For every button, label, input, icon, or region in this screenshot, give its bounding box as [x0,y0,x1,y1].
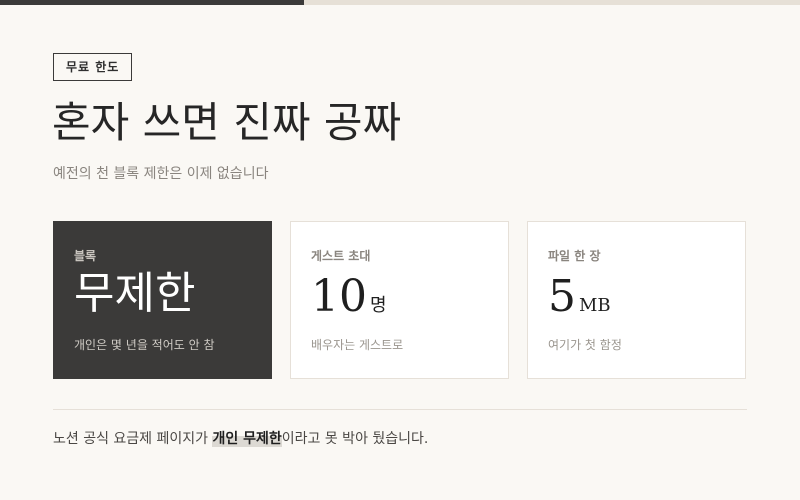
progress-bar [0,0,800,5]
card-guest-invites: 게스트 초대 10 명 배우자는 게스트로 [290,221,509,379]
card-label: 블록 [74,249,97,263]
card-note: 여기가 첫 함정 [548,338,622,352]
card-value-wrap: 5 MB [548,272,611,331]
card-unit: MB [579,295,611,316]
card-note: 개인은 몇 년을 적어도 안 참 [74,338,215,352]
footnote-highlight: 개인 무제한 [212,431,282,447]
card-label: 파일 한 장 [548,249,601,263]
card-value: 10 [311,271,367,322]
free-limit-badge: 무료 한도 [53,53,133,81]
card-note: 배우자는 게스트로 [311,338,404,352]
progress-bar-fill [0,0,304,5]
page-subtitle: 예전의 천 블록 제한은 이제 없습니다 [53,166,269,182]
card-value-wrap: 10 명 [311,272,387,331]
footnote-text-end: 이라고 못 박아 뒀습니다. [281,431,429,447]
card-value: 무제한 [74,268,196,319]
page-title: 혼자 쓰면 진짜 공짜 [52,98,402,147]
card-file-size: 파일 한 장 5 MB 여기가 첫 함정 [527,221,746,379]
card-label: 게스트 초대 [311,249,371,263]
card-blocks: 블록 무제한 개인은 몇 년을 적어도 안 참 [53,221,272,379]
card-unit: 명 [370,295,387,316]
footnote-text: 노션 공식 요금제 페이지가 [53,431,213,447]
footnote: 노션 공식 요금제 페이지가 개인 무제한이라고 못 박아 뒀습니다. [53,429,428,449]
card-value: 5 [548,271,576,322]
divider [53,409,747,410]
